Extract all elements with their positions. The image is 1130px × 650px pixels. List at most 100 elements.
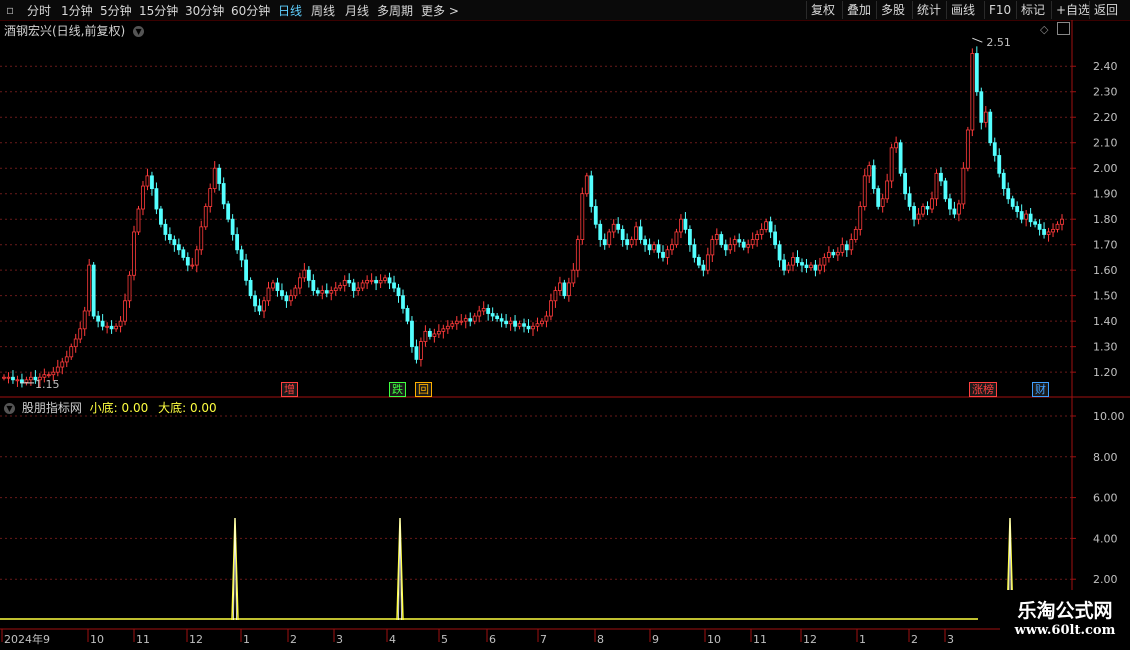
tool-button-1[interactable]: 叠加 [842,1,875,19]
watermark-logo: 乐淘公式网 www.60lt.com [1000,590,1130,642]
candle [293,284,298,299]
candle [436,324,441,338]
candle [356,281,361,296]
x-tick-label: 5 [441,633,448,646]
tool-button-4[interactable]: 画线 [946,1,979,19]
candle [562,279,567,299]
candle [253,290,257,312]
candle [338,282,343,292]
indicator-chart[interactable]: 10.00 8.00 6.00 4.00 2.00 [0,398,1130,630]
candle [1010,195,1015,210]
candle [271,279,275,292]
candle [656,239,661,259]
candle [208,183,213,213]
tool-button-7[interactable]: +自选 [1051,1,1094,19]
x-tick-label: 2 [911,633,918,646]
period-tab-7[interactable]: 周线 [311,2,335,19]
candle [943,177,948,202]
price-chart[interactable]: 2.40 2.30 2.20 2.10 2.00 1.90 1.80 1.70 1.60 1.50… [0,20,1130,398]
y-tick-label: 1.70 [1093,239,1118,252]
period-tab-3[interactable]: 15分钟 [139,2,178,19]
candle [123,293,127,326]
candle [1028,207,1033,227]
tool-button-6[interactable]: 标记 [1016,1,1049,19]
period-tab-10[interactable]: 更多 > [421,2,459,19]
candle [723,239,728,256]
candle [898,139,903,177]
y-tick-label: 2.40 [1093,60,1118,73]
candle [620,225,625,247]
candle [172,235,177,252]
y-tick-label: 1.60 [1093,264,1118,277]
menu-icon[interactable]: ▫ [6,3,14,17]
y-tick-label: 1.50 [1093,290,1118,303]
tool-button-0[interactable]: 复权 [806,1,839,19]
period-toolbar: ▫ 分时 1分钟 5分钟 15分钟 30分钟 60分钟 日线 周线 月线 多周期 更多 > 复权 叠加… [0,0,1130,21]
candle [1006,182,1011,204]
tool-button-2[interactable]: 多股 [876,1,909,19]
tool-button-8[interactable]: 返回 [1089,1,1122,19]
event-badge[interactable]: 涨榜 [969,382,997,397]
candle [1033,218,1038,228]
candle [629,236,634,248]
candle [230,214,235,241]
candle [239,245,244,268]
tool-button-5[interactable]: F10 [984,1,1015,19]
y-tick-label: 10.00 [1093,410,1125,423]
candle [297,272,302,295]
candle [176,238,181,255]
event-badge[interactable]: 回 [415,382,432,397]
candle [387,272,392,290]
candle [997,148,1002,178]
period-tab-2[interactable]: 5分钟 [100,2,132,19]
candle [732,235,737,252]
candle [889,143,894,189]
x-tick-label: 9 [652,633,659,646]
event-badge[interactable]: 跌 [389,382,406,397]
period-tab-4[interactable]: 30分钟 [185,2,224,19]
event-badge[interactable]: 增 [281,382,298,397]
candle [584,172,589,197]
x-tick-label: 10 [90,633,104,646]
candle [1024,210,1029,227]
period-tab-1[interactable]: 1分钟 [61,2,93,19]
candle [531,322,535,336]
candle [961,162,966,209]
candle [853,226,858,243]
y-tick-label: 1.40 [1093,315,1118,328]
period-tab-0[interactable]: 分时 [27,2,51,19]
candle [813,259,818,277]
candle [625,233,630,250]
candle [136,205,141,236]
candle [185,252,190,272]
candle [427,328,432,340]
period-tab-5[interactable]: 60分钟 [231,2,270,19]
candle [643,235,647,252]
period-tab-8[interactable]: 月线 [345,2,369,19]
candle [517,320,522,330]
event-badge[interactable]: 财 [1032,382,1049,397]
x-tick-label: 2 [290,633,297,646]
period-tab-9[interactable]: 多周期 [377,2,413,19]
tool-button-3[interactable]: 统计 [912,1,945,19]
candle [988,109,993,146]
candle [611,219,616,239]
candle [965,126,970,172]
candle [871,159,876,194]
candle [916,207,921,225]
candle [141,180,145,216]
candle [844,240,849,257]
candle [100,314,105,331]
candle [342,275,347,292]
candle [1019,204,1024,224]
candle [688,225,692,252]
candle [96,310,101,328]
candle [163,219,168,241]
candle [441,324,446,339]
candle [405,305,410,325]
candle [78,321,83,344]
candle [217,164,222,191]
period-tab-6[interactable]: 日线 [278,2,302,19]
candle [315,287,320,297]
candle [665,245,670,265]
